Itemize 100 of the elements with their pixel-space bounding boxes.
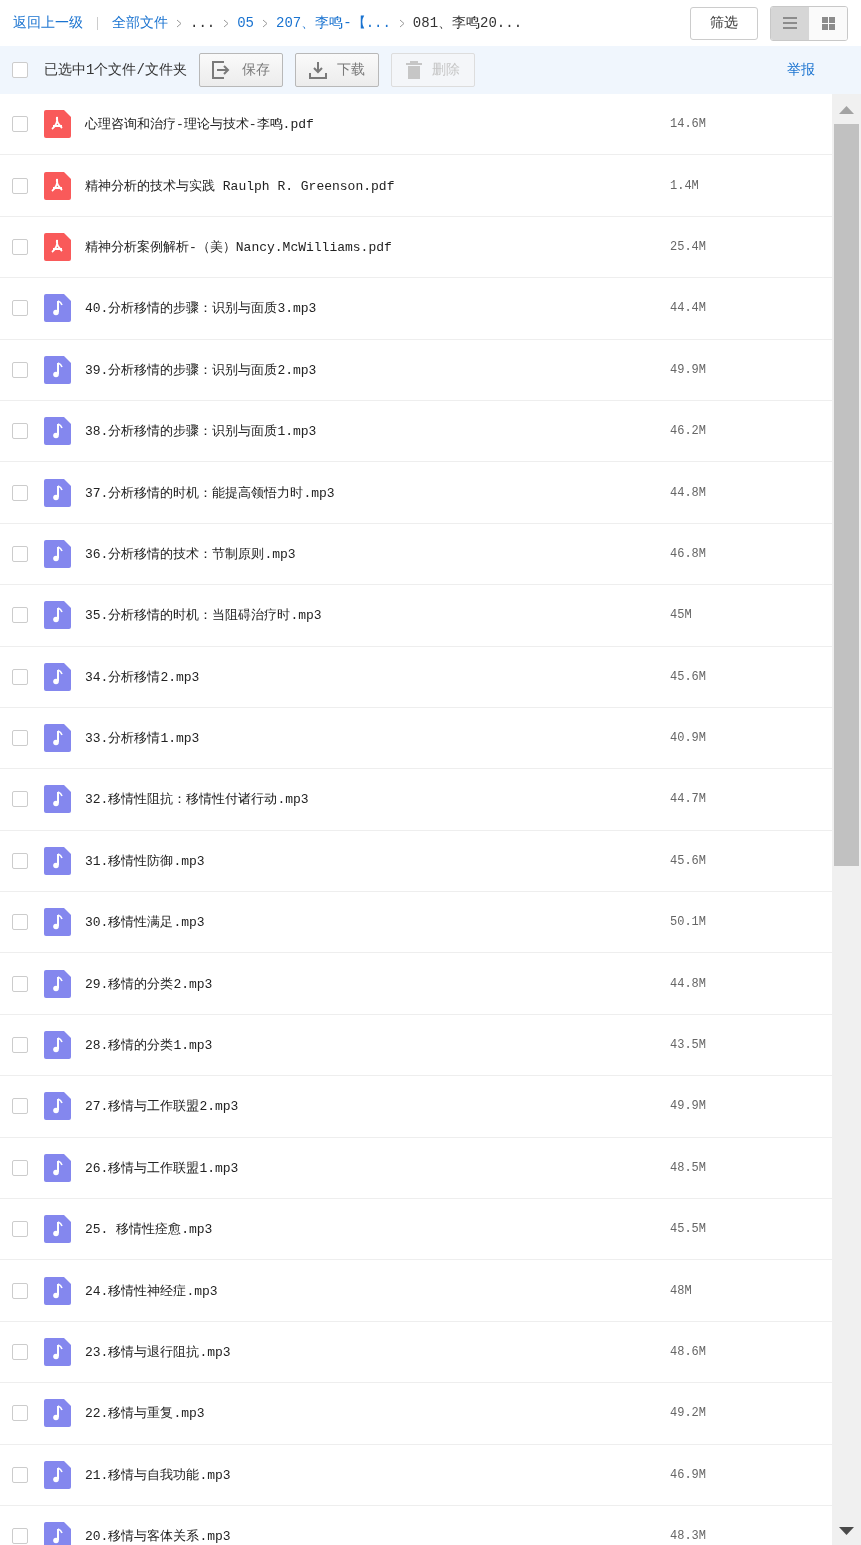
download-icon — [308, 61, 327, 79]
row-checkbox[interactable] — [12, 1159, 28, 1176]
row-checkbox[interactable] — [12, 361, 28, 378]
download-button[interactable]: 下载 — [294, 53, 379, 87]
selection-count: 已选中1个文件/文件夹 — [44, 61, 187, 79]
row-checkbox[interactable] — [12, 300, 28, 317]
music-file-icon — [44, 1092, 71, 1121]
music-file-icon — [44, 539, 71, 568]
row-checkbox[interactable] — [12, 730, 28, 747]
row-checkbox[interactable] — [12, 1344, 28, 1360]
file-name[interactable]: 心理咨询和治疗-理论与技术-李鸣.pdf — [85, 115, 670, 134]
chevron-icon — [398, 18, 405, 28]
row-checkbox[interactable] — [12, 852, 28, 869]
save-button[interactable]: 保存 — [198, 53, 283, 87]
file-size: 45.6M — [670, 853, 707, 868]
file-size: 14.6M — [670, 117, 707, 132]
music-file-icon — [44, 785, 71, 814]
file-name[interactable]: 33.分析移情1.mp3 — [85, 729, 670, 748]
music-file-icon — [44, 1276, 71, 1305]
select-all-checkbox[interactable] — [12, 62, 28, 78]
row-checkbox[interactable] — [12, 116, 28, 133]
file-name[interactable]: 21.移情与自我功能.mp3 — [85, 1465, 670, 1484]
row-checkbox[interactable] — [12, 975, 28, 992]
grid-view-button[interactable] — [809, 6, 847, 40]
report-link[interactable]: 举报 — [787, 61, 815, 79]
row-checkbox[interactable] — [12, 1405, 28, 1422]
file-size: 48.5M — [670, 1160, 707, 1175]
row-checkbox[interactable] — [12, 1098, 28, 1115]
file-name[interactable]: 20.移情与客体关系.mp3 — [85, 1527, 670, 1545]
file-name[interactable]: 31.移情性防御.mp3 — [85, 851, 670, 870]
file-size: 43.5M — [670, 1038, 707, 1053]
row-checkbox[interactable] — [12, 423, 28, 440]
file-name[interactable]: 26.移情与工作联盟1.mp3 — [85, 1158, 670, 1177]
file-name[interactable]: 23.移情与退行阻抗.mp3 — [85, 1343, 670, 1361]
filter-button[interactable]: 筛选 — [690, 6, 758, 40]
music-file-icon — [44, 1338, 71, 1366]
file-name[interactable]: 35.分析移情的时机：当阻碍治疗时.mp3 — [85, 606, 670, 625]
pdf-file-icon — [44, 171, 71, 200]
row-checkbox[interactable] — [12, 1037, 28, 1054]
file-size: 45.6M — [670, 669, 707, 684]
file-name[interactable]: 25. 移情性痊愈.mp3 — [85, 1220, 670, 1239]
row-checkbox[interactable] — [12, 484, 28, 501]
row-checkbox[interactable] — [12, 177, 28, 194]
file-name[interactable]: 32.移情性阻抗：移情性付诸行动.mp3 — [85, 790, 670, 809]
back-link[interactable]: 返回上一级 — [13, 14, 83, 32]
music-file-icon — [44, 478, 71, 507]
file-name[interactable]: 30.移情性满足.mp3 — [85, 913, 670, 932]
grid-icon — [821, 16, 835, 30]
file-size: 49.9M — [670, 1099, 707, 1114]
scroll-down-icon[interactable] — [839, 1527, 854, 1535]
breadcrumb-text[interactable]: ... — [190, 15, 216, 31]
file-size: 40.9M — [670, 731, 707, 746]
music-file-icon — [44, 355, 71, 384]
breadcrumb-link[interactable]: 207、李鸣-【... — [276, 14, 391, 32]
file-size: 46.8M — [670, 546, 707, 561]
scrollbar[interactable] — [832, 94, 861, 1545]
breadcrumb-link[interactable]: 全部文件 — [112, 14, 168, 32]
row-checkbox[interactable] — [12, 914, 28, 931]
file-size: 50.1M — [670, 915, 707, 930]
row-checkbox[interactable] — [12, 238, 28, 255]
file-name[interactable]: 28.移情的分类1.mp3 — [85, 1036, 670, 1055]
breadcrumb-text[interactable]: 081、李鸣20... — [412, 14, 523, 32]
file-size: 45M — [670, 608, 693, 623]
file-name[interactable]: 精神分析案例解析-（美）Nancy.McWilliams.pdf — [85, 237, 670, 256]
row-checkbox[interactable] — [12, 668, 28, 685]
row-checkbox[interactable] — [12, 791, 28, 808]
row-checkbox[interactable] — [12, 607, 28, 624]
music-file-icon — [44, 1153, 71, 1182]
file-name[interactable]: 27.移情与工作联盟2.mp3 — [85, 1097, 670, 1116]
music-file-icon — [44, 1215, 71, 1244]
file-size: 46.2M — [670, 424, 707, 439]
row-checkbox[interactable] — [12, 1466, 28, 1483]
row-checkbox[interactable] — [12, 1221, 28, 1238]
file-name[interactable]: 40.分析移情的步骤：识别与面质3.mp3 — [85, 299, 670, 318]
file-name[interactable]: 39.分析移情的步骤：识别与面质2.mp3 — [85, 360, 670, 379]
music-file-icon — [44, 294, 71, 323]
list-view-button[interactable] — [771, 6, 809, 40]
breadcrumb-link[interactable]: 05 — [237, 15, 255, 31]
row-checkbox[interactable] — [12, 1528, 28, 1545]
file-size: 49.2M — [670, 1406, 707, 1421]
chevron-icon — [262, 18, 269, 28]
file-name[interactable]: 精神分析的技术与实践 Raulph R. Greenson.pdf — [85, 176, 670, 195]
scroll-up-icon[interactable] — [839, 106, 854, 114]
file-size: 44.4M — [670, 301, 707, 316]
scrollbar-thumb[interactable] — [834, 124, 859, 866]
file-name[interactable]: 22.移情与重复.mp3 — [85, 1404, 670, 1423]
file-name[interactable]: 34.分析移情2.mp3 — [85, 667, 670, 686]
file-size: 48.6M — [670, 1345, 707, 1359]
file-name[interactable]: 29.移情的分类2.mp3 — [85, 974, 670, 993]
file-name[interactable]: 24.移情性神经症.mp3 — [85, 1281, 670, 1300]
file-name[interactable]: 36.分析移情的技术：节制原则.mp3 — [85, 544, 670, 563]
music-file-icon — [44, 1399, 71, 1428]
list-icon — [783, 17, 797, 29]
row-checkbox[interactable] — [12, 545, 28, 562]
file-name[interactable]: 38.分析移情的步骤：识别与面质1.mp3 — [85, 422, 670, 441]
file-name[interactable]: 37.分析移情的时机：能提高领悟力时.mp3 — [85, 483, 670, 502]
file-size: 44.8M — [670, 976, 707, 991]
chevron-icon — [223, 18, 230, 28]
row-checkbox[interactable] — [12, 1282, 28, 1299]
file-size: 25.4M — [670, 239, 707, 254]
